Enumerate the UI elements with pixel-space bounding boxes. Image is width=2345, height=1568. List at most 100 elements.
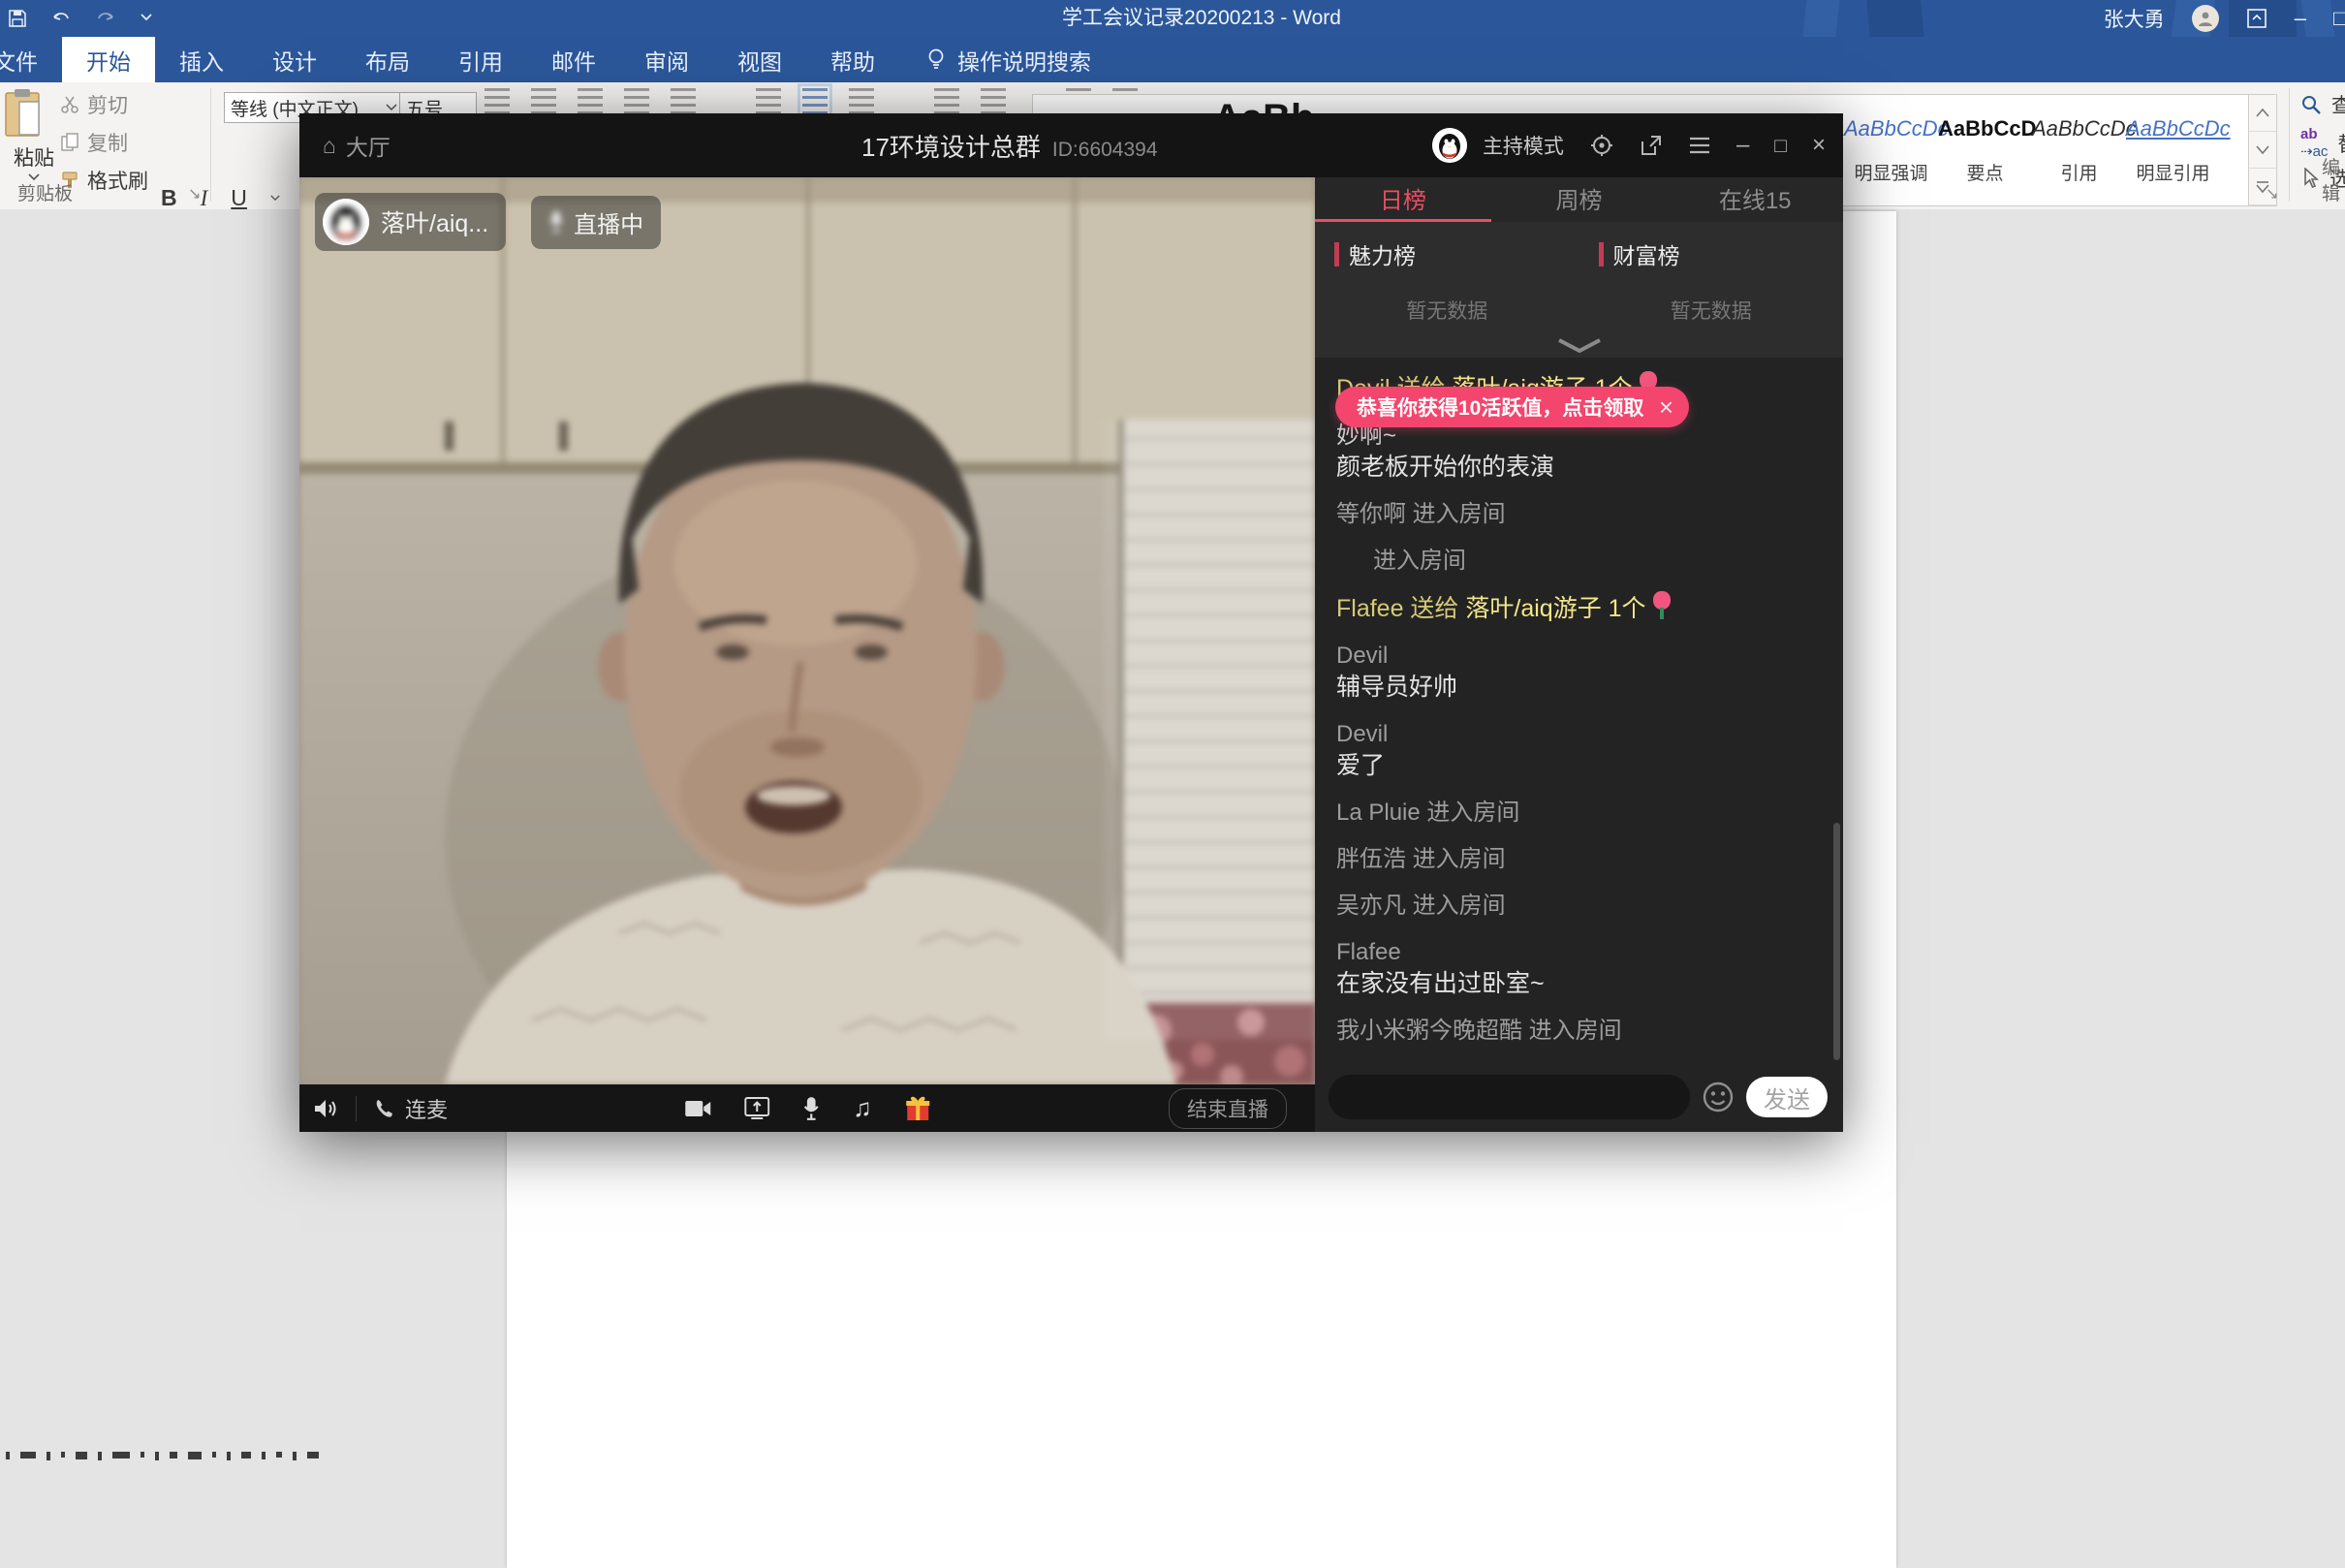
style-label: 要点 [1938,159,2032,185]
minimize-button[interactable]: – [2295,0,2306,37]
scissors-icon [60,95,79,114]
ribbon-tab-1[interactable]: 文件 [0,37,62,82]
tell-me-search[interactable]: 操作说明搜索 [926,37,1091,82]
gift-amount: 1个 [1602,595,1646,622]
search-icon [2300,94,2322,115]
gift-icon[interactable] [905,1095,930,1122]
qq-close-button[interactable]: × [1812,134,1826,157]
maximize-button[interactable]: □ [2333,0,2345,37]
webcam-video[interactable]: 落叶/aiq... 直播中 [299,177,1315,1084]
panel-tab-1[interactable]: 日榜 [1315,177,1491,222]
style-entry[interactable]: AaBbCcDc明显引用 [2126,95,2220,205]
streamer-name-pill[interactable]: 落叶/aiq... [315,193,506,251]
wealth-empty-text: 暂无数据 [1579,296,1844,325]
undo-icon[interactable] [50,9,72,28]
change-case-icon[interactable] [578,88,603,113]
chat-message-list[interactable]: Devil 送给 落叶/aiq游子 1个妙啊~颜老板开始你的表演等你啊 进入房间… [1315,358,1843,1062]
ribbon-tab-5[interactable]: 布局 [341,37,434,82]
speaker-icon[interactable] [313,1097,338,1120]
ribbon-tab-6[interactable]: 引用 [434,37,527,82]
ribbon-tab-4[interactable]: 设计 [248,37,341,82]
qq-maximize-button[interactable]: □ [1774,136,1787,156]
style-preview: AaBbCcD [1938,116,2032,141]
cut-button[interactable]: 剪切 [60,90,148,119]
room-title: 17环境设计总群 [861,128,1041,164]
end-stream-button[interactable]: 结束直播 [1169,1088,1287,1129]
qq-titlebar[interactable]: ⌂ 大厅 17环境设计总群 ID:6604394 主持模式 – □ × [299,113,1843,177]
streamer-avatar [323,199,369,245]
save-icon[interactable] [8,9,27,28]
style-entry[interactable]: AaBbCcDc明显强调 [1844,95,1938,205]
video-panel: 落叶/aiq... 直播中 连麦 [299,177,1315,1132]
send-button[interactable]: 发送 [1746,1077,1828,1117]
format-painter-button[interactable]: 格式刷 [60,166,148,195]
account-name[interactable]: 张大勇 [2104,4,2165,33]
screen-share-icon[interactable] [744,1097,769,1120]
gift-sender: Flafee [1336,595,1403,622]
character-border-icon[interactable] [671,88,696,113]
reward-notification[interactable]: 恭喜你获得10活跃值，点击领取 × [1335,387,1689,427]
styles-scroll-down-icon[interactable] [2249,132,2276,169]
live-status-label: 直播中 [574,205,643,239]
style-entry[interactable]: AaBbCcD 要点 [1938,95,2032,205]
music-icon[interactable]: ♫ [853,1093,872,1123]
redo-icon[interactable] [95,9,116,28]
menu-icon[interactable] [1688,136,1711,155]
shrink-font-icon[interactable] [531,88,556,113]
ribbon-tab-8[interactable]: 审阅 [620,37,713,82]
chat-scrollbar[interactable] [1833,823,1840,1060]
italic-button[interactable]: I [201,186,208,211]
join-message: 胖伍浩 进入房间 [1336,843,1804,875]
underline-dropdown-icon[interactable] [270,195,280,202]
style-entry[interactable]: AaBbCcDc引用 [2032,95,2126,205]
notification-close-icon[interactable]: × [1659,394,1673,420]
ribbon-tab-2[interactable]: 开始 [62,37,155,82]
collapse-rankings-icon[interactable] [1557,338,1602,354]
chat-message: Devil爱了 [1336,718,1804,782]
reward-notification-text: 恭喜你获得10活跃值，点击领取 [1357,392,1643,422]
grow-font-icon[interactable] [485,88,510,113]
find-button[interactable]: 查找 [2300,90,2345,119]
host-mode-label[interactable]: 主持模式 [1483,131,1564,160]
microphone-toolbar-icon[interactable] [802,1096,820,1121]
mic-link-button[interactable]: 连麦 [374,1093,448,1124]
chat-panel: 日榜周榜在线15 魅力榜 暂无数据 财富榜 暂无数据 Devil 送给 落叶/a… [1315,177,1843,1132]
panel-tab-2[interactable]: 周榜 [1491,177,1668,222]
styles-scroll-up-icon[interactable] [2249,95,2276,132]
account-avatar[interactable] [2192,5,2219,32]
ribbon-display-options-icon[interactable] [2246,8,2267,29]
styles-dialog-launcher-icon[interactable]: ↘ [2266,184,2278,204]
chat-message-gift: Flafee 送给 落叶/aiq游子 1个 [1336,591,1804,625]
emoji-icon[interactable] [1702,1081,1735,1113]
qq-minimize-button[interactable]: – [1736,134,1749,157]
status-bar-fragments [6,1452,319,1462]
paste-button[interactable]: 粘贴 [2,88,66,181]
chat-input[interactable] [1329,1075,1690,1119]
window-title: 学工会议记录20200213 - Word [1062,0,1341,37]
increase-indent-icon[interactable] [981,88,1006,113]
stream-toolbar: 连麦 ♫ [299,1084,1315,1132]
room-id: ID:6604394 [1052,139,1158,162]
camera-icon[interactable] [684,1099,711,1118]
copy-button[interactable]: 复制 [60,128,148,157]
phonetic-guide-icon[interactable] [624,88,649,113]
ribbon-tab-7[interactable]: 邮件 [527,37,620,82]
ribbon-tab-9[interactable]: 视图 [713,37,806,82]
lobby-button[interactable]: ⌂ 大厅 [323,129,391,162]
numbering-icon[interactable] [802,88,828,113]
host-avatar[interactable] [1432,128,1467,163]
ribbon-tab-3[interactable]: 插入 [155,37,248,82]
screen: { "colors": { "word_blue": "#2b579a", "q… [0,0,2345,1462]
underline-button[interactable]: U [231,185,247,211]
paste-label: 粘贴 [2,142,66,172]
bullets-icon[interactable] [756,88,781,113]
customize-qat-icon[interactable] [140,14,153,23]
popout-icon[interactable] [1640,134,1663,157]
bold-button[interactable]: B [161,185,177,211]
decrease-indent-icon[interactable] [934,88,959,113]
ribbon-tab-10[interactable]: 帮助 [806,37,899,82]
multilevel-list-icon[interactable] [849,88,874,113]
panel-tab-3[interactable]: 在线15 [1667,177,1843,222]
chevron-down-icon [386,104,397,111]
settings-gear-icon[interactable] [1589,133,1614,158]
